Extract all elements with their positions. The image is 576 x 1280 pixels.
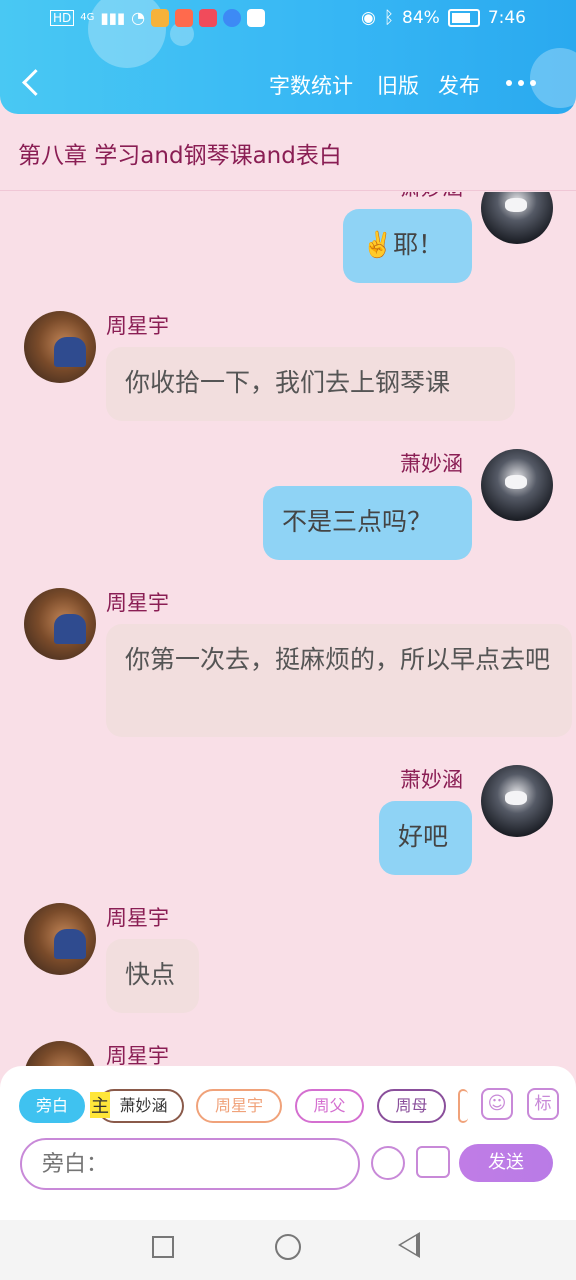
baidu-icon [247, 8, 266, 27]
recents-icon[interactable] [152, 1236, 174, 1258]
clock: 7:46 [487, 8, 526, 28]
avatar[interactable] [481, 449, 553, 521]
message-bubble[interactable]: ✌️耶！ [343, 209, 472, 283]
role-chip-zhou-xingyu[interactable]: 周星宇 [196, 1089, 282, 1123]
message-bubble[interactable]: 快点 [106, 939, 199, 1013]
role-chip-narration[interactable]: 旁白 [19, 1089, 85, 1123]
word-count-button[interactable]: 字数统计 [269, 70, 353, 100]
chapter-title: 第八章 学习and钢琴课and表白 [18, 143, 342, 169]
chat-area[interactable]: 萧妙涵 ✌️耶！ 周星宇 你收拾一下，我们去上钢琴课 萧妙涵 不是三点吗？ 周星… [0, 192, 576, 1068]
network-icon: 4G [80, 12, 95, 23]
app-icon [151, 8, 170, 27]
emoji-icon[interactable] [371, 1146, 405, 1180]
old-version-button[interactable]: 旧版 [377, 70, 419, 100]
signal-icon: ▮▮▮ [100, 8, 126, 27]
role-chip-more[interactable] [458, 1089, 468, 1123]
app-header: HD 4G ▮▮▮ ◔ ◉ ᛒ 84% 7:46 字数统计 旧版 发布 [0, 0, 576, 114]
toolbar: 字数统计 旧版 发布 [0, 62, 576, 106]
message-bubble[interactable]: 好吧 [379, 801, 472, 875]
eye-icon: ◉ [360, 8, 376, 28]
message-sender-name: 萧妙涵 [400, 768, 463, 792]
divider [0, 190, 576, 191]
home-icon[interactable] [275, 1234, 301, 1260]
back-icon[interactable] [398, 1232, 420, 1258]
tag-button[interactable]: 标 [527, 1088, 559, 1120]
message-sender-name: 萧妙涵 [400, 452, 463, 476]
status-right: ◉ ᛒ 84% 7:46 [361, 8, 526, 28]
message-bubble[interactable]: 你第一次去，挺麻烦的，所以早点去吧 [106, 624, 572, 737]
browser-icon [223, 8, 242, 27]
message-input[interactable] [20, 1138, 360, 1190]
send-button[interactable]: 发送 [459, 1144, 553, 1182]
avatar[interactable] [24, 903, 96, 975]
publish-button[interactable]: 发布 [438, 70, 480, 100]
message-bubble[interactable]: 不是三点吗？ [263, 486, 472, 560]
message-sender-name: 周星宇 [106, 1044, 169, 1068]
battery-percent: 84% [402, 8, 440, 28]
main-role-badge: 主 [90, 1092, 110, 1118]
avatar[interactable] [24, 1041, 96, 1068]
avatar[interactable] [24, 311, 96, 383]
system-nav-bar [0, 1220, 576, 1280]
message-sender-name: 周星宇 [106, 314, 169, 338]
composer: 旁白 萧妙涵 主 周星宇 周父 周母 ☺ 标 发送 [0, 1066, 576, 1220]
wifi-icon: ◔ [131, 8, 146, 27]
more-icon[interactable] [506, 80, 536, 86]
app-icon-2 [199, 8, 218, 27]
message-sender-name: 周星宇 [106, 906, 169, 930]
avatar[interactable] [24, 588, 96, 660]
bluetooth-icon: ᛒ [383, 8, 395, 28]
add-character-icon[interactable]: ☺ [481, 1088, 513, 1120]
status-bar: HD 4G ▮▮▮ ◔ ◉ ᛒ 84% 7:46 [0, 0, 576, 40]
weibo-icon [175, 8, 194, 27]
role-chip-zhou-father[interactable]: 周父 [295, 1089, 364, 1123]
role-chip-xiao-miaohan[interactable]: 萧妙涵 [97, 1089, 184, 1123]
role-chip-zhou-mother[interactable]: 周母 [377, 1089, 446, 1123]
message-sender-name: 周星宇 [106, 591, 169, 615]
message-sender-name: 萧妙涵 [400, 192, 463, 202]
status-left: HD 4G ▮▮▮ ◔ [50, 8, 266, 27]
message-bubble[interactable]: 你收拾一下，我们去上钢琴课 [106, 347, 515, 421]
avatar[interactable] [481, 765, 553, 837]
avatar[interactable] [481, 192, 553, 244]
hd-icon: HD [50, 9, 75, 26]
chevron-left-icon[interactable] [20, 70, 44, 94]
battery-icon [447, 9, 480, 27]
image-icon[interactable] [416, 1146, 450, 1178]
